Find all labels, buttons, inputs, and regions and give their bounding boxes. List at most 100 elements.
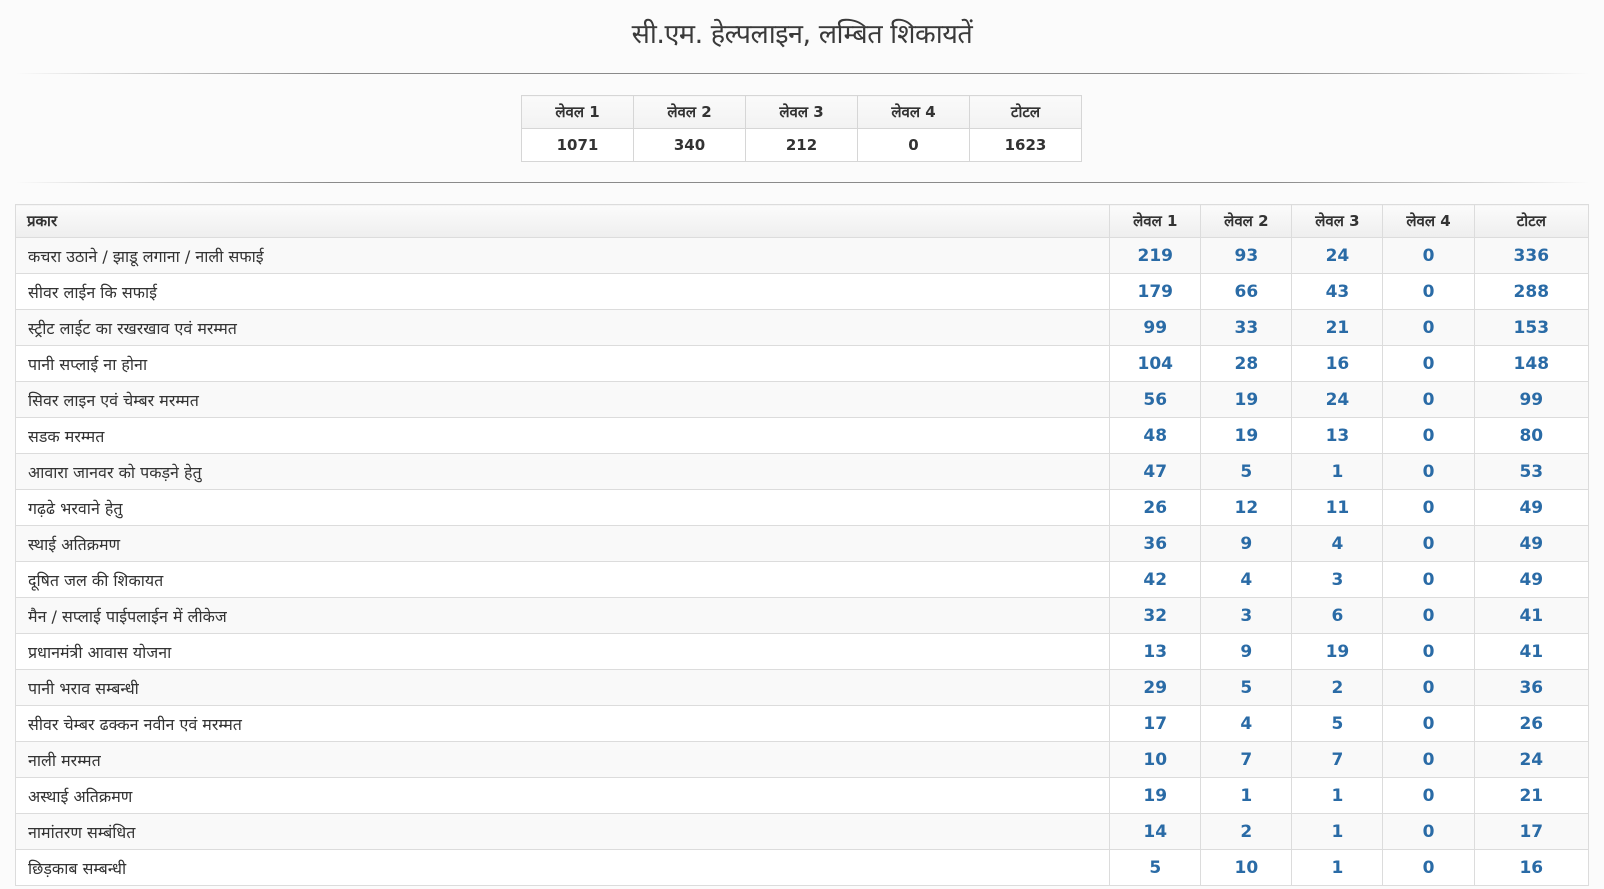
cell-level-2-link[interactable]: 28	[1200, 345, 1293, 382]
cell-level-2-link[interactable]: 9	[1200, 633, 1293, 670]
cell-level-3-link[interactable]: 6	[1291, 597, 1384, 634]
cell-level-1-link[interactable]: 19	[1109, 777, 1202, 814]
cell-level-2-link[interactable]: 12	[1200, 489, 1293, 526]
cell-level-2-link[interactable]: 1	[1200, 777, 1293, 814]
cell-total-link[interactable]: 49	[1473, 561, 1590, 598]
cell-level-1-link[interactable]: 104	[1109, 345, 1202, 382]
cell-level-2-link[interactable]: 19	[1200, 381, 1293, 418]
cell-level-2-link[interactable]: 9	[1200, 525, 1293, 562]
cell-level-3-link[interactable]: 7	[1291, 741, 1384, 778]
summary-value-level-4: 0	[857, 128, 970, 162]
cell-level-4-link[interactable]: 0	[1382, 849, 1475, 886]
cell-level-4-link[interactable]: 0	[1382, 597, 1475, 634]
cell-level-3-link[interactable]: 1	[1291, 849, 1384, 886]
cell-total-link[interactable]: 24	[1473, 741, 1590, 778]
cell-level-3-link[interactable]: 16	[1291, 345, 1384, 382]
cell-total-link[interactable]: 41	[1473, 597, 1590, 634]
cell-level-4-link[interactable]: 0	[1382, 381, 1475, 418]
cell-level-3-link[interactable]: 19	[1291, 633, 1384, 670]
cell-level-4-link[interactable]: 0	[1382, 525, 1475, 562]
cell-level-3-link[interactable]: 4	[1291, 525, 1384, 562]
cell-level-1-link[interactable]: 42	[1109, 561, 1202, 598]
cell-level-3-link[interactable]: 2	[1291, 669, 1384, 706]
cell-level-1-link[interactable]: 13	[1109, 633, 1202, 670]
complaints-header-row: प्रकार लेवल 1 लेवल 2 लेवल 3 लेवल 4 टोटल	[14, 204, 1590, 238]
cell-total-link[interactable]: 49	[1473, 489, 1590, 526]
cell-level-4-link[interactable]: 0	[1382, 633, 1475, 670]
cell-level-2-link[interactable]: 93	[1200, 237, 1293, 274]
cell-level-1-link[interactable]: 56	[1109, 381, 1202, 418]
cell-level-2-link[interactable]: 2	[1200, 813, 1293, 850]
cell-level-1-link[interactable]: 99	[1109, 309, 1202, 346]
cell-level-2-link[interactable]: 7	[1200, 741, 1293, 778]
cell-level-1-link[interactable]: 219	[1109, 237, 1202, 274]
cell-total-link[interactable]: 80	[1473, 417, 1590, 454]
cell-type: नामांतरण सम्बंधित	[14, 813, 1111, 850]
cell-level-1-link[interactable]: 32	[1109, 597, 1202, 634]
cell-total-link[interactable]: 36	[1473, 669, 1590, 706]
cell-level-4-link[interactable]: 0	[1382, 669, 1475, 706]
cell-total-link[interactable]: 49	[1473, 525, 1590, 562]
cell-level-2-link[interactable]: 10	[1200, 849, 1293, 886]
table-row: मैन / सप्लाई पाईपलाईन में लीकेज 32 3 6 0 41	[14, 597, 1590, 634]
cell-level-2-link[interactable]: 33	[1200, 309, 1293, 346]
cell-total-link[interactable]: 16	[1473, 849, 1590, 886]
cell-total-link[interactable]: 41	[1473, 633, 1590, 670]
cell-level-2-link[interactable]: 5	[1200, 453, 1293, 490]
cell-level-4-link[interactable]: 0	[1382, 453, 1475, 490]
cell-type: प्रधानमंत्री आवास योजना	[14, 633, 1111, 670]
cell-level-3-link[interactable]: 3	[1291, 561, 1384, 598]
cell-level-3-link[interactable]: 1	[1291, 777, 1384, 814]
cell-type: कचरा उठाने / झाडू लगाना / नाली सफाई	[14, 237, 1111, 274]
cell-level-1-link[interactable]: 26	[1109, 489, 1202, 526]
cell-total-link[interactable]: 53	[1473, 453, 1590, 490]
cell-level-1-link[interactable]: 14	[1109, 813, 1202, 850]
cell-level-4-link[interactable]: 0	[1382, 309, 1475, 346]
cell-level-4-link[interactable]: 0	[1382, 237, 1475, 274]
cell-level-1-link[interactable]: 179	[1109, 273, 1202, 310]
cell-level-1-link[interactable]: 29	[1109, 669, 1202, 706]
cell-level-4-link[interactable]: 0	[1382, 705, 1475, 742]
cell-level-1-link[interactable]: 17	[1109, 705, 1202, 742]
cell-total-link[interactable]: 17	[1473, 813, 1590, 850]
cell-level-2-link[interactable]: 5	[1200, 669, 1293, 706]
cell-level-4-link[interactable]: 0	[1382, 777, 1475, 814]
summary-header-level-3: लेवल 3	[745, 95, 858, 129]
cell-total-link[interactable]: 288	[1473, 273, 1590, 310]
cell-level-4-link[interactable]: 0	[1382, 273, 1475, 310]
cell-total-link[interactable]: 336	[1473, 237, 1590, 274]
cell-level-3-link[interactable]: 43	[1291, 273, 1384, 310]
cell-level-4-link[interactable]: 0	[1382, 417, 1475, 454]
cell-level-3-link[interactable]: 11	[1291, 489, 1384, 526]
cell-level-2-link[interactable]: 66	[1200, 273, 1293, 310]
complaints-table: प्रकार लेवल 1 लेवल 2 लेवल 3 लेवल 4 टोटल …	[14, 204, 1590, 886]
cell-level-3-link[interactable]: 21	[1291, 309, 1384, 346]
cell-level-2-link[interactable]: 19	[1200, 417, 1293, 454]
cell-total-link[interactable]: 153	[1473, 309, 1590, 346]
cell-level-3-link[interactable]: 1	[1291, 813, 1384, 850]
cell-level-1-link[interactable]: 10	[1109, 741, 1202, 778]
cell-type: पानी सप्लाई ना होना	[14, 345, 1111, 382]
cell-total-link[interactable]: 99	[1473, 381, 1590, 418]
cell-level-3-link[interactable]: 24	[1291, 237, 1384, 274]
cell-level-4-link[interactable]: 0	[1382, 561, 1475, 598]
cell-level-3-link[interactable]: 5	[1291, 705, 1384, 742]
cell-level-2-link[interactable]: 3	[1200, 597, 1293, 634]
cell-level-1-link[interactable]: 47	[1109, 453, 1202, 490]
cell-total-link[interactable]: 21	[1473, 777, 1590, 814]
cell-level-2-link[interactable]: 4	[1200, 705, 1293, 742]
cell-level-1-link[interactable]: 48	[1109, 417, 1202, 454]
cell-level-1-link[interactable]: 36	[1109, 525, 1202, 562]
cell-total-link[interactable]: 26	[1473, 705, 1590, 742]
cell-level-2-link[interactable]: 4	[1200, 561, 1293, 598]
cell-level-3-link[interactable]: 13	[1291, 417, 1384, 454]
cell-level-3-link[interactable]: 1	[1291, 453, 1384, 490]
cell-total-link[interactable]: 148	[1473, 345, 1590, 382]
table-row: सडक मरम्मत 48 19 13 0 80	[14, 417, 1590, 454]
cell-level-3-link[interactable]: 24	[1291, 381, 1384, 418]
cell-level-4-link[interactable]: 0	[1382, 489, 1475, 526]
cell-level-1-link[interactable]: 5	[1109, 849, 1202, 886]
cell-level-4-link[interactable]: 0	[1382, 741, 1475, 778]
cell-level-4-link[interactable]: 0	[1382, 813, 1475, 850]
cell-level-4-link[interactable]: 0	[1382, 345, 1475, 382]
